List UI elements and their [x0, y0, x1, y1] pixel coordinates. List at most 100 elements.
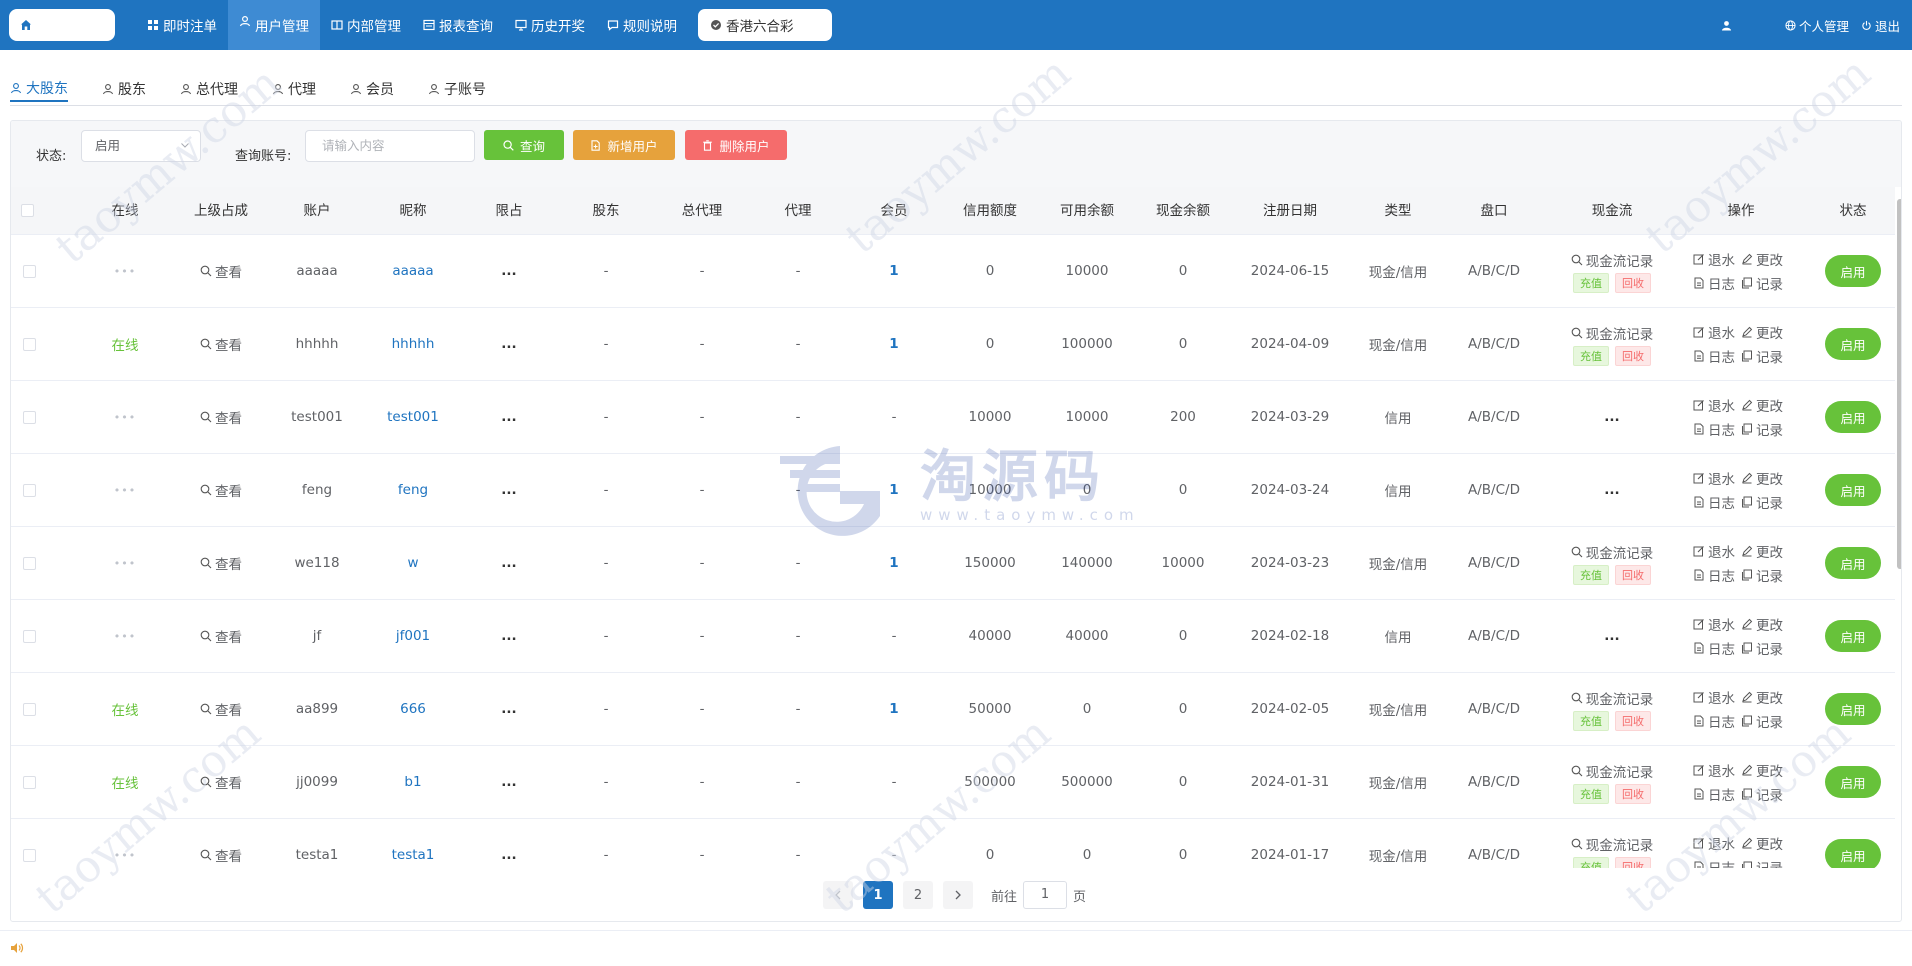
enable-status-button[interactable]: 启用	[1825, 766, 1881, 798]
limit-more[interactable]: ...	[501, 555, 516, 571]
record-button[interactable]: 记录	[1741, 711, 1783, 731]
enable-status-button[interactable]: 启用	[1825, 620, 1881, 652]
nickname-link[interactable]: testa1	[392, 847, 435, 863]
goto-page-input[interactable]: 1	[1023, 881, 1068, 909]
enable-status-button[interactable]: 启用	[1825, 693, 1881, 725]
record-button[interactable]: 记录	[1741, 492, 1783, 512]
change-button[interactable]: 更改	[1741, 541, 1783, 561]
speaker-icon[interactable]	[10, 941, 24, 955]
tab-general-agent[interactable]: 总代理	[180, 76, 238, 102]
limit-more[interactable]: ...	[501, 628, 516, 644]
rebate-button[interactable]: 退水	[1693, 541, 1735, 561]
row-checkbox[interactable]	[22, 629, 36, 643]
profile-management-link[interactable]: 个人管理	[1785, 16, 1849, 35]
status-select[interactable]: 启用	[81, 130, 201, 162]
limit-more[interactable]: ...	[501, 482, 516, 498]
account-avatar-button[interactable]	[1721, 20, 1735, 31]
search-button[interactable]: 查询	[484, 130, 564, 160]
change-button[interactable]: 更改	[1741, 249, 1783, 269]
recharge-tag[interactable]: 充值	[1573, 345, 1609, 366]
record-button[interactable]: 记录	[1741, 273, 1783, 293]
nickname-link[interactable]: w	[407, 555, 418, 571]
cashflow-record-link[interactable]: 现金流记录	[1571, 250, 1653, 270]
member-count[interactable]: 1	[889, 336, 898, 352]
recycle-tag[interactable]: 回收	[1615, 710, 1651, 731]
recharge-tag[interactable]: 充值	[1573, 856, 1609, 868]
nickname-link[interactable]: aaaaa	[392, 263, 433, 279]
view-parent-share-link[interactable]: 查看	[177, 746, 265, 818]
scrollbar-thumb[interactable]	[1897, 199, 1901, 569]
more-dots-icon[interactable]: •••	[114, 484, 136, 497]
log-button[interactable]: 日志	[1693, 346, 1735, 366]
more-dots-icon[interactable]: •••	[114, 557, 136, 570]
log-button[interactable]: 日志	[1693, 711, 1735, 731]
view-parent-share-link[interactable]: 查看	[177, 454, 265, 526]
view-parent-share-link[interactable]: 查看	[177, 673, 265, 745]
more-dots-icon[interactable]: •••	[114, 411, 136, 424]
cashflow-record-link[interactable]: 现金流记录	[1571, 323, 1653, 343]
rebate-button[interactable]: 退水	[1693, 249, 1735, 269]
cashflow-record-link[interactable]: 现金流记录	[1571, 688, 1653, 708]
log-button[interactable]: 日志	[1693, 784, 1735, 804]
lottery-selector[interactable]: 香港六合彩	[698, 9, 832, 41]
enable-status-button[interactable]: 启用	[1825, 839, 1881, 868]
rebate-button[interactable]: 退水	[1693, 468, 1735, 488]
log-button[interactable]: 日志	[1693, 857, 1735, 868]
record-button[interactable]: 记录	[1741, 346, 1783, 366]
change-button[interactable]: 更改	[1741, 760, 1783, 780]
row-checkbox[interactable]	[22, 556, 36, 570]
row-checkbox[interactable]	[22, 848, 36, 862]
tab-member[interactable]: 会员	[350, 76, 394, 102]
log-button[interactable]: 日志	[1693, 273, 1735, 293]
more-dots-icon[interactable]: •••	[114, 630, 136, 643]
view-parent-share-link[interactable]: 查看	[177, 235, 265, 307]
home-button[interactable]	[9, 9, 115, 41]
page-2-button[interactable]: 2	[903, 881, 933, 909]
nickname-link[interactable]: feng	[398, 482, 428, 498]
cashflow-more[interactable]: ...	[1604, 482, 1619, 498]
enable-status-button[interactable]: 启用	[1825, 401, 1881, 433]
nickname-link[interactable]: test001	[387, 409, 439, 425]
row-checkbox[interactable]	[22, 702, 36, 716]
view-parent-share-link[interactable]: 查看	[177, 527, 265, 599]
rebate-button[interactable]: 退水	[1693, 687, 1735, 707]
enable-status-button[interactable]: 启用	[1825, 474, 1881, 506]
member-count[interactable]: 1	[889, 701, 898, 717]
more-dots-icon[interactable]: •••	[114, 849, 136, 862]
change-button[interactable]: 更改	[1741, 687, 1783, 707]
row-checkbox[interactable]	[22, 483, 36, 497]
row-checkbox[interactable]	[22, 264, 36, 278]
nav-instant-bets[interactable]: 即时注单	[136, 0, 228, 50]
select-all-checkbox[interactable]	[21, 204, 34, 217]
nav-report-query[interactable]: 报表查询	[412, 0, 504, 50]
enable-status-button[interactable]: 启用	[1825, 547, 1881, 579]
nav-user-management[interactable]: 用户管理	[228, 0, 320, 50]
row-checkbox[interactable]	[22, 337, 36, 351]
account-search-input[interactable]: 请输入内容	[305, 130, 475, 162]
nickname-link[interactable]: b1	[404, 774, 421, 790]
tab-agent[interactable]: 代理	[272, 76, 316, 102]
rebate-button[interactable]: 退水	[1693, 322, 1735, 342]
recycle-tag[interactable]: 回收	[1615, 272, 1651, 293]
add-user-button[interactable]: 新增用户	[573, 130, 675, 160]
nav-internal-management[interactable]: 内部管理	[320, 0, 412, 50]
record-button[interactable]: 记录	[1741, 419, 1783, 439]
log-button[interactable]: 日志	[1693, 492, 1735, 512]
nickname-link[interactable]: jf001	[396, 628, 430, 644]
page-1-button[interactable]: 1	[863, 881, 893, 909]
delete-user-button[interactable]: 删除用户	[685, 130, 787, 160]
limit-more[interactable]: ...	[501, 336, 516, 352]
nav-history-draws[interactable]: 历史开奖	[504, 0, 596, 50]
tab-shareholder[interactable]: 股东	[102, 76, 146, 102]
log-button[interactable]: 日志	[1693, 565, 1735, 585]
logout-link[interactable]: 退出	[1861, 16, 1900, 35]
view-parent-share-link[interactable]: 查看	[177, 600, 265, 672]
tab-major-shareholder[interactable]: 大股东	[10, 76, 68, 102]
record-button[interactable]: 记录	[1741, 784, 1783, 804]
change-button[interactable]: 更改	[1741, 614, 1783, 634]
recharge-tag[interactable]: 充值	[1573, 564, 1609, 585]
limit-more[interactable]: ...	[501, 774, 516, 790]
log-button[interactable]: 日志	[1693, 419, 1735, 439]
nav-rules[interactable]: 规则说明	[596, 0, 688, 50]
row-checkbox[interactable]	[22, 410, 36, 424]
